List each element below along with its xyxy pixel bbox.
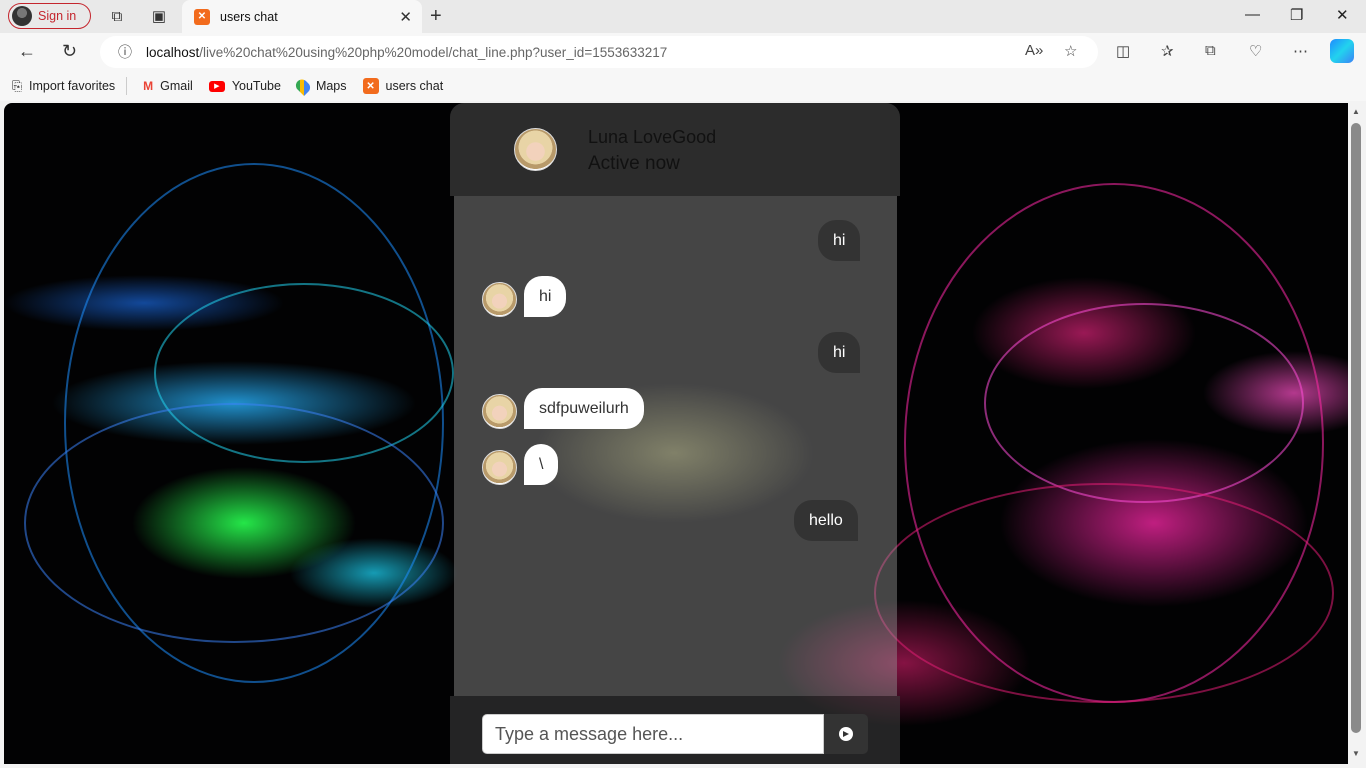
favorites-bar: ⎘ Import favorites M Gmail ▶ YouTube Map… — [0, 71, 1366, 101]
bookmark-import-favorites[interactable]: ⎘ Import favorites — [12, 77, 128, 95]
collections-icon[interactable]: ⧉ — [1205, 42, 1216, 59]
incoming-message: \ — [524, 444, 559, 485]
scroll-thumb[interactable] — [1351, 123, 1361, 733]
scroll-down-icon[interactable]: ▼ — [1352, 749, 1360, 758]
outgoing-message: hi — [818, 332, 861, 373]
tab-users-chat[interactable]: ✕ users chat ✕ — [182, 0, 422, 33]
outgoing-message: hello — [794, 500, 858, 541]
message-avatar — [482, 450, 517, 485]
favorite-star-icon[interactable]: ☆ — [1064, 42, 1077, 60]
youtube-icon: ▶ — [208, 80, 225, 92]
new-tab-icon[interactable]: + — [430, 5, 442, 28]
background-swirl — [984, 303, 1304, 503]
bookmark-gmail[interactable]: M Gmail — [143, 79, 193, 93]
contact-name: Luna LoveGood — [588, 127, 717, 147]
send-icon — [839, 727, 853, 741]
bookmark-maps[interactable]: Maps — [293, 76, 347, 96]
typing-area — [450, 696, 900, 764]
contact-status: Active now — [588, 153, 680, 174]
read-aloud-icon[interactable]: A» — [1025, 42, 1043, 59]
navigation-bar: ← ↻ ⓘ localhost /live%20chat%20using%20p… — [0, 33, 1366, 71]
bookmark-label: Import favorites — [29, 79, 116, 93]
chat-panel: Luna LoveGood Active now hi hi hi sdfpuw… — [450, 103, 900, 764]
incoming-message: hi — [524, 276, 567, 317]
scroll-up-icon[interactable]: ▲ — [1352, 107, 1360, 116]
favorites-icon[interactable]: ✰ — [1161, 42, 1174, 60]
tab-actions-icon[interactable]: ▣ — [150, 7, 168, 25]
chat-box[interactable]: hi hi hi sdfpuweilurh \ hello — [454, 196, 897, 696]
chat-header: Luna LoveGood Active now — [450, 103, 900, 196]
copilot-icon[interactable] — [1330, 39, 1354, 63]
bookmark-label: users chat — [385, 79, 444, 93]
back-icon[interactable]: ← — [18, 41, 36, 62]
incoming-message: sdfpuweilurh — [524, 388, 644, 429]
refresh-icon[interactable]: ↻ — [62, 41, 77, 62]
bookmark-label: Gmail — [160, 79, 193, 93]
minimize-icon[interactable]: — — [1245, 6, 1260, 23]
tab-title: users chat — [220, 9, 278, 24]
bookmark-users-chat[interactable]: ✕ users chat — [362, 78, 444, 94]
background-swirl — [24, 403, 444, 643]
restore-icon[interactable]: ❐ — [1290, 6, 1303, 24]
contact-avatar — [514, 128, 557, 171]
profile-avatar — [12, 6, 32, 26]
xampp-icon: ✕ — [194, 8, 210, 25]
close-window-icon[interactable]: ✕ — [1336, 6, 1349, 24]
maps-icon — [293, 76, 313, 96]
address-bar[interactable]: ⓘ localhost /live%20chat%20using%20php%2… — [100, 36, 1098, 68]
message-avatar — [482, 282, 517, 317]
xampp-icon: ✕ — [362, 78, 379, 94]
divider — [126, 77, 128, 95]
browser-essentials-icon[interactable]: ♡ — [1249, 42, 1262, 60]
split-screen-icon[interactable]: ◫ — [1116, 42, 1130, 60]
bookmark-label: Maps — [315, 79, 347, 93]
import-icon: ⎘ — [12, 78, 23, 93]
site-info-icon[interactable]: ⓘ — [118, 42, 132, 62]
close-tab-icon[interactable]: ✕ — [399, 8, 412, 26]
page-scrollbar[interactable]: ▲ ▼ — [1348, 103, 1366, 764]
sign-in-label: Sign in — [38, 9, 77, 23]
url-path: /live%20chat%20using%20php%20model/chat_… — [199, 44, 668, 60]
workspaces-icon[interactable]: ⧉ — [108, 7, 126, 25]
outgoing-message: hi — [818, 220, 861, 261]
message-avatar — [482, 394, 517, 429]
sign-in-button[interactable]: Sign in — [8, 3, 91, 29]
more-menu-icon[interactable]: ⋯ — [1293, 42, 1308, 60]
bookmark-label: YouTube — [231, 79, 281, 93]
page-viewport: Luna LoveGood Active now hi hi hi sdfpuw… — [4, 103, 1348, 764]
url-host: localhost — [146, 44, 200, 60]
tab-bar: Sign in ⧉ ▣ ✕ users chat ✕ + — ❐ ✕ — [0, 0, 1366, 33]
bookmark-youtube[interactable]: ▶ YouTube — [208, 79, 281, 93]
message-input[interactable] — [482, 714, 824, 754]
background-swirl — [874, 483, 1334, 703]
gmail-icon: M — [143, 79, 154, 93]
send-button[interactable] — [824, 714, 868, 754]
